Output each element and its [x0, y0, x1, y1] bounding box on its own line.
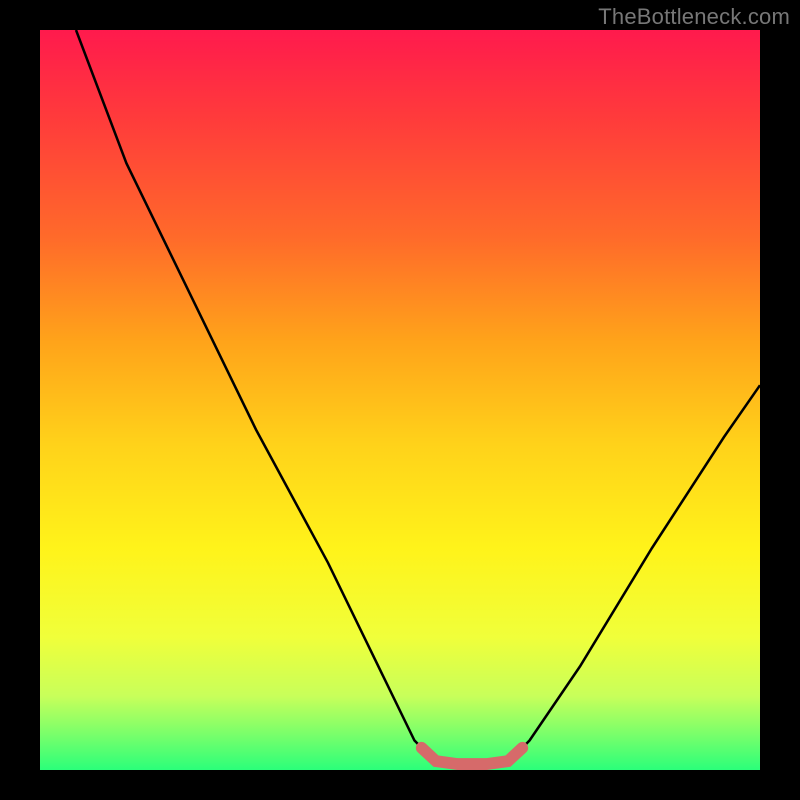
- chart-frame: TheBottleneck.com: [0, 0, 800, 800]
- flat-zone-curve: [422, 748, 523, 764]
- curve-svg: [40, 30, 760, 770]
- watermark-text: TheBottleneck.com: [598, 4, 790, 30]
- gradient-plot-area: [40, 30, 760, 770]
- main-curve: [76, 30, 760, 766]
